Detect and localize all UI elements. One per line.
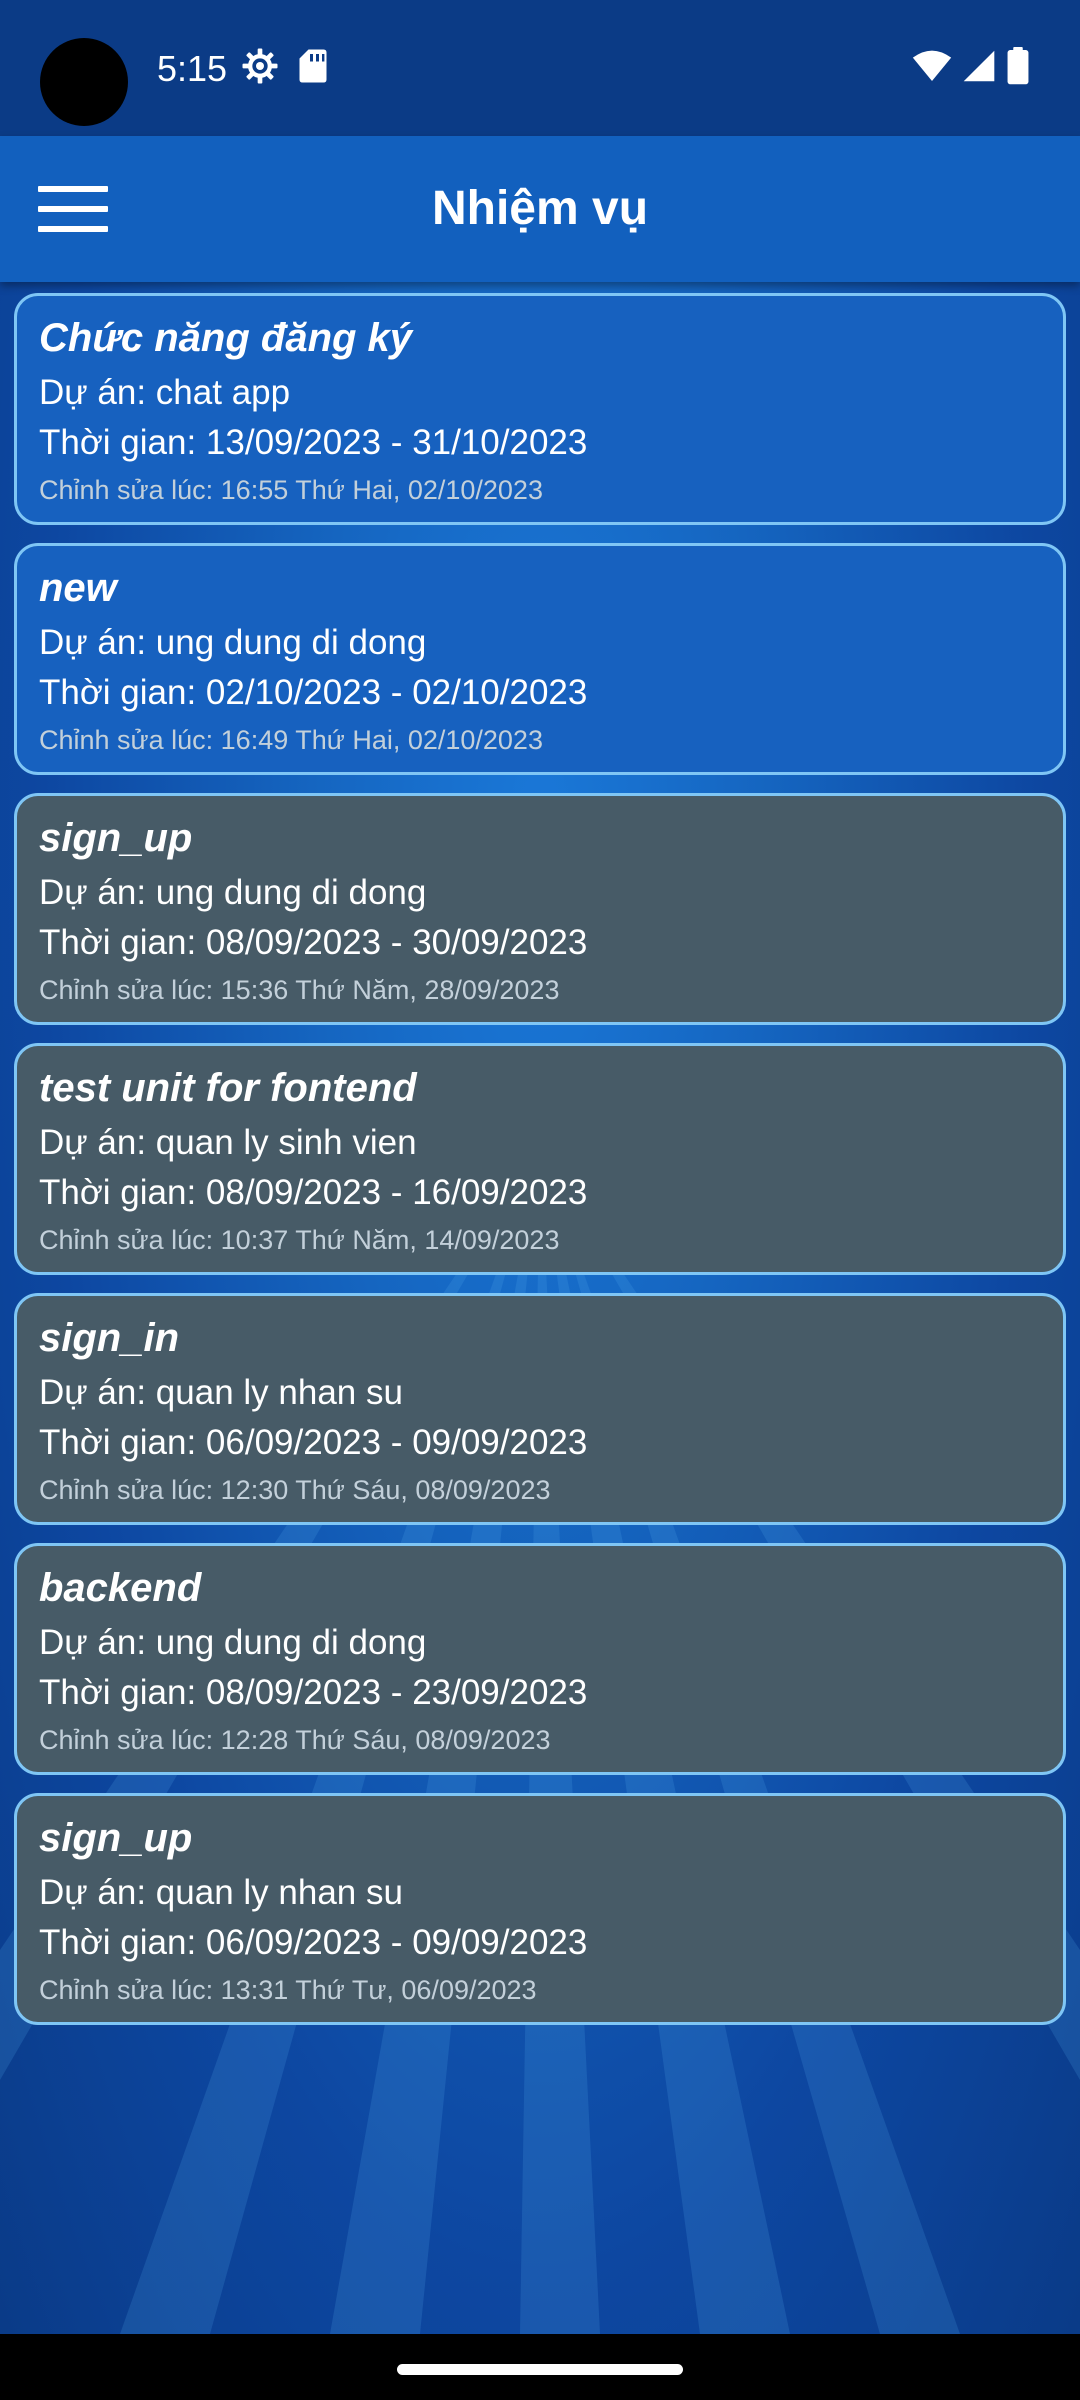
task-period: Thời gian: 06/09/2023 - 09/09/2023 [39,1923,588,1962]
settings-gear-icon [240,46,280,91]
status-icons-right [912,46,1030,90]
task-period: Thời gian: 08/09/2023 - 30/09/2023 [39,923,588,962]
task-project: Dự án: quan ly nhan su [39,1873,403,1912]
task-project: Dự án: ung dung di dong [39,873,427,912]
task-project: Dự án: quan ly nhan su [39,1373,403,1412]
task-edited-time: Chỉnh sửa lúc: 12:30 Thứ Sáu, 08/09/2023 [39,1475,551,1505]
task-title: Chức năng đăng ký [39,316,413,360]
task-title: sign_in [39,1316,180,1360]
status-bar: 5:15 [0,0,1080,136]
task-card[interactable]: test unit for fontend Dự án: quan ly sin… [14,1043,1066,1275]
task-card[interactable]: backend Dự án: ung dung di dong Thời gia… [14,1543,1066,1775]
page-title: Nhiệm vụ [431,182,649,235]
task-card[interactable]: new Dự án: ung dung di dong Thời gian: 0… [14,543,1066,775]
sd-card-icon [298,48,328,89]
task-edited-time: Chỉnh sửa lúc: 12:28 Thứ Sáu, 08/09/2023 [39,1725,551,1755]
task-project: Dự án: quan ly sinh vien [39,1123,417,1162]
wifi-icon [912,49,952,88]
hamburger-menu-icon [38,186,108,232]
task-title: test unit for fontend [39,1066,417,1110]
status-icons-left [240,48,328,88]
task-card[interactable]: sign_in Dự án: quan ly nhan su Thời gian… [14,1293,1066,1525]
task-title: new [39,566,117,610]
status-time: 5:15 [157,48,228,89]
task-card[interactable]: sign_up Dự án: quan ly nhan su Thời gian… [14,1793,1066,2025]
task-period: Thời gian: 13/09/2023 - 31/10/2023 [39,423,588,462]
task-edited-time: Chỉnh sửa lúc: 16:55 Thứ Hai, 02/10/2023 [39,475,543,505]
battery-icon [1006,46,1030,90]
task-title: backend [39,1566,202,1610]
task-period: Thời gian: 02/10/2023 - 02/10/2023 [39,673,588,712]
task-edited-time: Chỉnh sửa lúc: 13:31 Thứ Tư, 06/09/2023 [39,1975,537,2005]
task-edited-time: Chỉnh sửa lúc: 15:36 Thứ Năm, 28/09/2023 [39,975,560,1005]
task-card[interactable]: sign_up Dự án: ung dung di dong Thời gia… [14,793,1066,1025]
task-period: Thời gian: 06/09/2023 - 09/09/2023 [39,1423,588,1462]
home-indicator[interactable] [397,2364,683,2375]
task-project: Dự án: chat app [39,373,291,412]
task-edited-time: Chỉnh sửa lúc: 16:49 Thứ Hai, 02/10/2023 [39,725,543,755]
screen: 5:15 Nhiệm vụ Chức năng đăng ký Dự án: c… [0,0,1080,2400]
task-list: Chức năng đăng ký Dự án: chat app Thời g… [14,293,1066,2043]
menu-button[interactable] [28,176,118,242]
navigation-bar [0,2334,1080,2400]
task-edited-time: Chỉnh sửa lúc: 10:37 Thứ Năm, 14/09/2023 [39,1225,560,1255]
task-title: sign_up [39,1816,193,1860]
task-title: sign_up [39,816,193,860]
task-period: Thời gian: 08/09/2023 - 23/09/2023 [39,1673,588,1712]
task-project: Dự án: ung dung di dong [39,1623,427,1662]
signal-icon [962,49,996,88]
task-card[interactable]: Chức năng đăng ký Dự án: chat app Thời g… [14,293,1066,525]
app-bar: Nhiệm vụ [0,136,1080,282]
task-period: Thời gian: 08/09/2023 - 16/09/2023 [39,1173,588,1212]
task-project: Dự án: ung dung di dong [39,623,427,662]
camera-cutout [40,38,128,126]
